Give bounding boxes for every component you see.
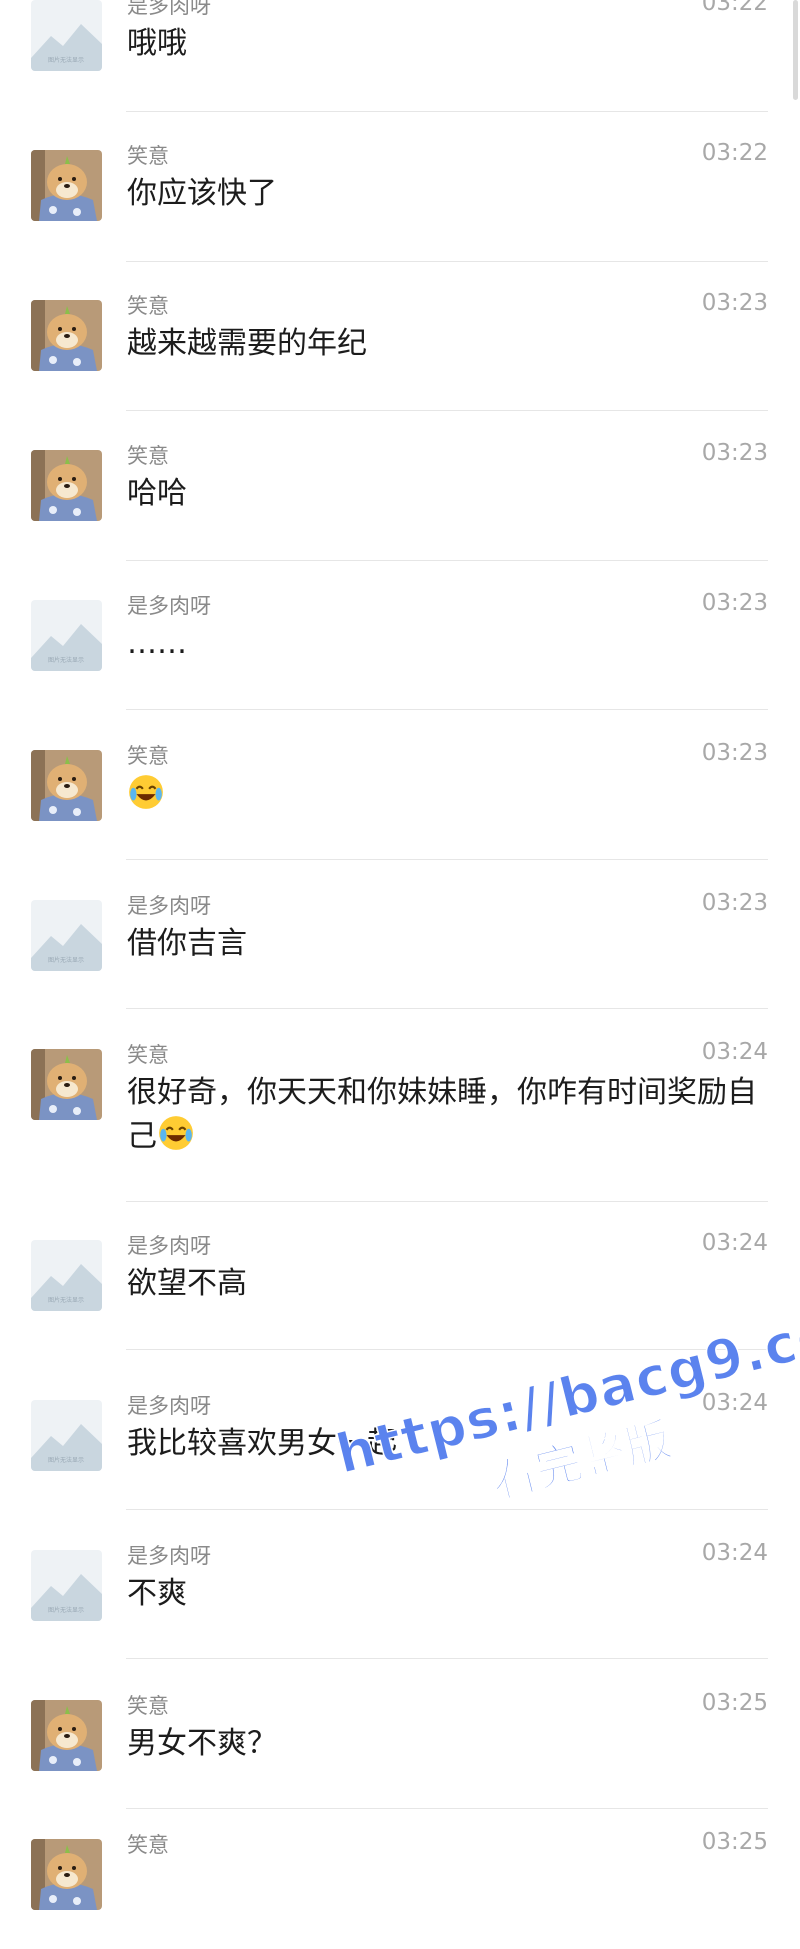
message-text: 不爽 — [127, 1576, 187, 1611]
divider — [126, 1658, 768, 1659]
divider — [126, 1201, 768, 1202]
laughing-crying-emoji — [129, 775, 163, 809]
message-text: …… — [127, 626, 187, 661]
shiba-dog-avatar[interactable] — [31, 1839, 102, 1910]
shiba-dog-avatar[interactable] — [31, 750, 102, 821]
placeholder-image-icon[interactable]: 图片无法显示 — [31, 1400, 102, 1471]
message-time: 03:22 — [701, 140, 768, 166]
placeholder-caption: 图片无法显示 — [48, 1606, 84, 1614]
shiba-dog-avatar[interactable] — [31, 150, 102, 221]
message-text: 哦哦 — [127, 26, 187, 61]
message-time: 03:24 — [701, 1039, 768, 1065]
sender-name: 是多肉呀 — [127, 594, 211, 618]
message-text: 我比较喜欢男女一起 — [127, 1426, 397, 1461]
message-text: 哈哈 — [127, 476, 187, 511]
divider — [126, 1008, 768, 1009]
message-time: 03:23 — [701, 740, 768, 766]
message-time: 03:22 — [701, 0, 768, 16]
message-item[interactable]: 图片无法显示 是多肉呀 03:22 哦哦 — [0, 0, 800, 110]
placeholder-image-icon[interactable]: 图片无法显示 — [31, 600, 102, 671]
message-item[interactable]: 图片无法显示 是多肉呀 03:24 不爽 — [0, 1530, 800, 1660]
divider — [126, 1808, 768, 1809]
sender-name: 是多肉呀 — [127, 1544, 211, 1568]
sender-name: 笑意 — [127, 144, 169, 168]
placeholder-image-icon[interactable]: 图片无法显示 — [31, 0, 102, 71]
message-text: 男女不爽？ — [127, 1726, 277, 1761]
chat-history-list[interactable]: 图片无法显示 是多肉呀 03:22 哦哦 笑意 03:22 你应该快了 笑意 0… — [0, 0, 800, 1910]
message-item[interactable]: 笑意 03:23 哈哈 — [0, 430, 800, 560]
message-time: 03:25 — [701, 1690, 768, 1716]
message-time: 03:23 — [701, 590, 768, 616]
message-item[interactable]: 图片无法显示 是多肉呀 03:24 我比较喜欢男女一起 — [0, 1380, 800, 1510]
sender-name: 是多肉呀 — [127, 0, 211, 18]
sender-name: 笑意 — [127, 444, 169, 468]
sender-name: 笑意 — [127, 294, 169, 318]
message-text: 你应该快了 — [127, 176, 277, 211]
placeholder-caption: 图片无法显示 — [48, 656, 84, 664]
message-time: 03:23 — [701, 290, 768, 316]
scrollbar[interactable] — [793, 0, 798, 100]
divider — [126, 1509, 768, 1510]
message-time: 03:24 — [701, 1230, 768, 1256]
message-time: 03:23 — [701, 890, 768, 916]
divider — [126, 560, 768, 561]
message-item[interactable]: 笑意 03:25 男女不爽？ — [0, 1680, 800, 1810]
message-time: 03:24 — [701, 1540, 768, 1566]
placeholder-image-icon[interactable]: 图片无法显示 — [31, 1240, 102, 1311]
divider — [126, 1349, 768, 1350]
placeholder-caption: 图片无法显示 — [48, 1456, 84, 1464]
sender-name: 笑意 — [127, 744, 169, 768]
message-content — [127, 773, 768, 817]
placeholder-caption: 图片无法显示 — [48, 1296, 84, 1304]
divider — [126, 261, 768, 262]
message-item[interactable]: 笑意 03:23 越来越需要的年纪 — [0, 280, 800, 410]
laughing-crying-emoji — [159, 1116, 193, 1150]
message-item[interactable]: 图片无法显示 是多肉呀 03:23 借你吉言 — [0, 880, 800, 1010]
placeholder-image-icon[interactable]: 图片无法显示 — [31, 900, 102, 971]
message-text: 欲望不高 — [127, 1266, 247, 1301]
sender-name: 笑意 — [127, 1833, 169, 1857]
divider — [126, 709, 768, 710]
message-time: 03:25 — [701, 1829, 768, 1855]
divider — [126, 111, 768, 112]
sender-name: 笑意 — [127, 1694, 169, 1718]
sender-name: 是多肉呀 — [127, 1394, 211, 1418]
message-item[interactable]: 图片无法显示 是多肉呀 03:24 欲望不高 — [0, 1220, 800, 1350]
shiba-dog-avatar[interactable] — [31, 450, 102, 521]
sender-name: 是多肉呀 — [127, 894, 211, 918]
message-content: 很好奇，你天天和你妹妹睡，你咋有时间奖励自己 — [127, 1072, 768, 1158]
message-text: 很好奇，你天天和你妹妹睡，你咋有时间奖励自己 — [127, 1075, 757, 1154]
shiba-dog-avatar[interactable] — [31, 1700, 102, 1771]
message-item[interactable]: 笑意 03:23 — [0, 730, 800, 860]
message-time: 03:23 — [701, 440, 768, 466]
placeholder-caption: 图片无法显示 — [48, 956, 84, 964]
shiba-dog-avatar[interactable] — [31, 300, 102, 371]
placeholder-image-icon[interactable]: 图片无法显示 — [31, 1550, 102, 1621]
divider — [126, 859, 768, 860]
placeholder-caption: 图片无法显示 — [48, 56, 84, 64]
message-text: 越来越需要的年纪 — [127, 326, 367, 361]
message-text: 借你吉言 — [127, 926, 247, 961]
message-time: 03:24 — [701, 1390, 768, 1416]
divider — [126, 410, 768, 411]
message-item[interactable]: 笑意 03:24 很好奇，你天天和你妹妹睡，你咋有时间奖励自己 — [0, 1029, 800, 1199]
shiba-dog-avatar[interactable] — [31, 1049, 102, 1120]
sender-name: 笑意 — [127, 1043, 169, 1067]
message-item[interactable]: 图片无法显示 是多肉呀 03:23 …… — [0, 580, 800, 710]
sender-name: 是多肉呀 — [127, 1234, 211, 1258]
message-item[interactable]: 笑意 03:22 你应该快了 — [0, 130, 800, 260]
